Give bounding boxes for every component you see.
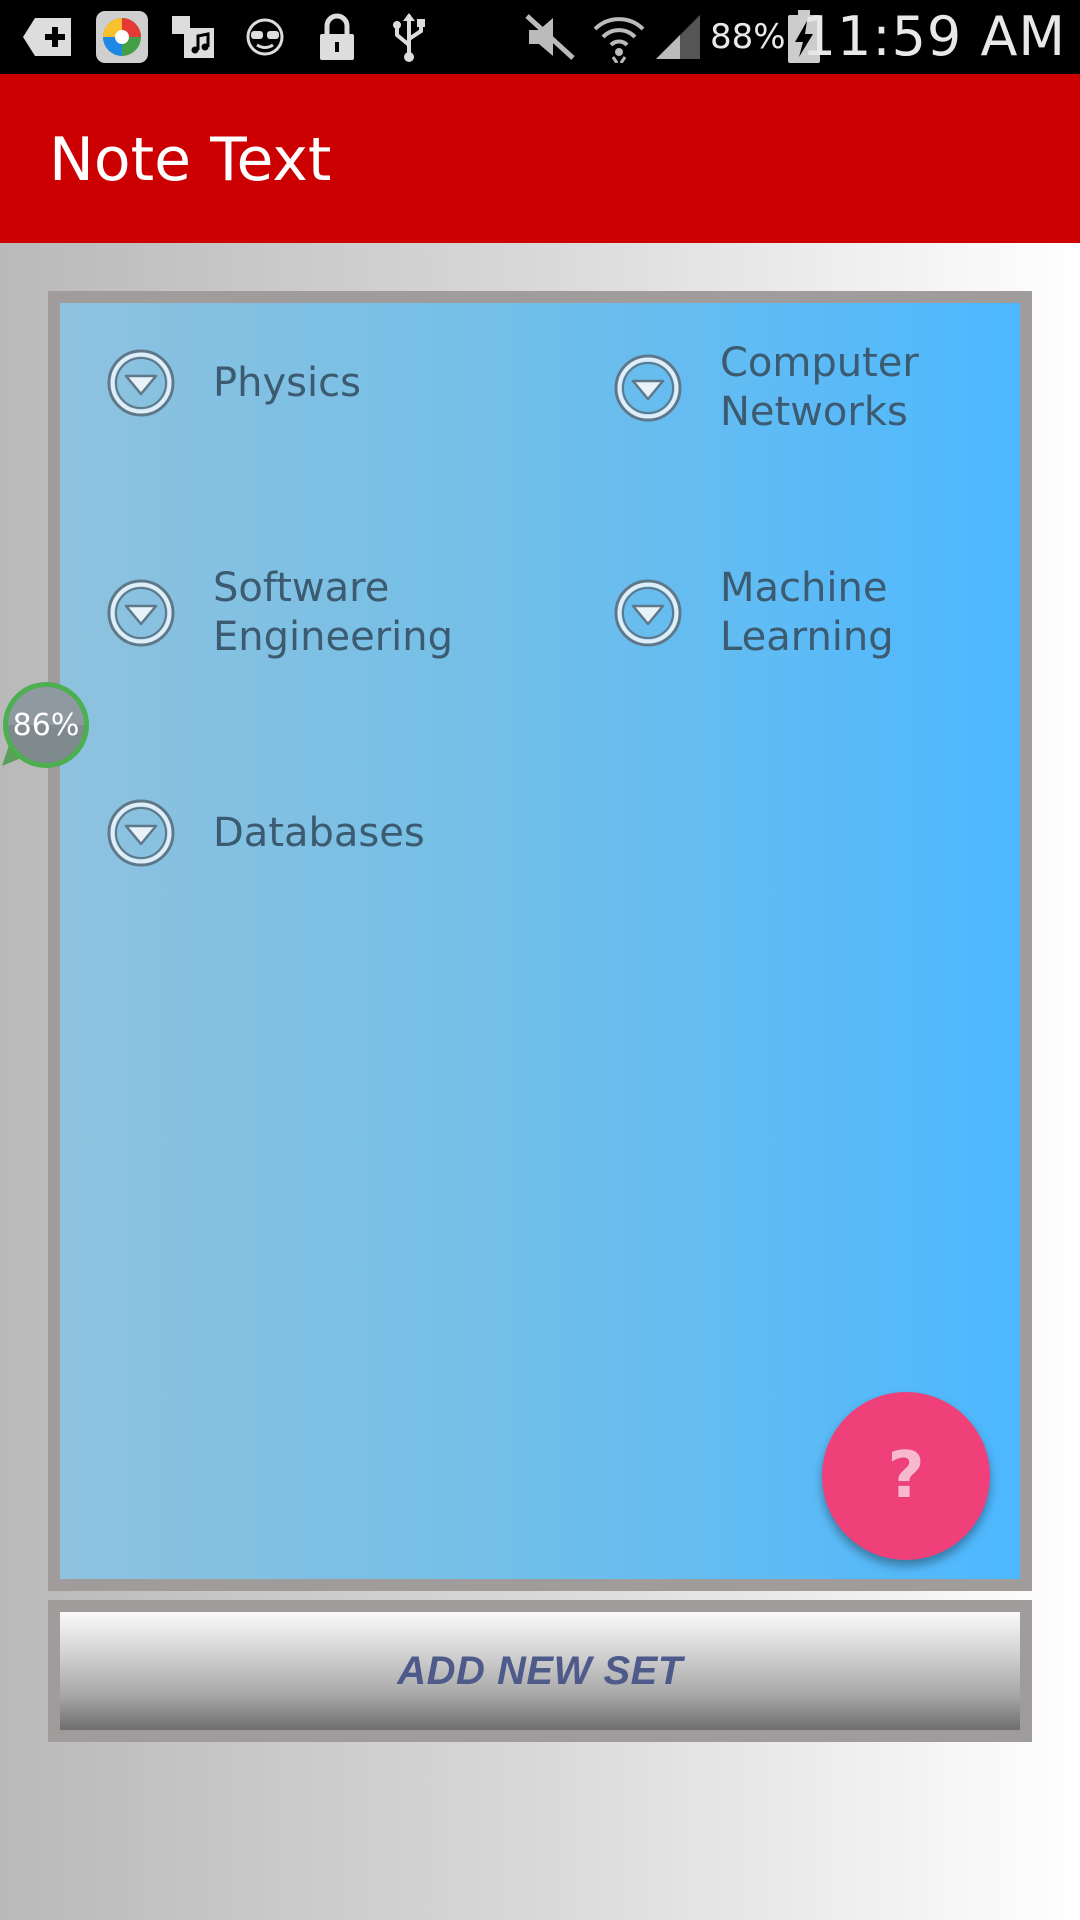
help-fab[interactable]: ?	[822, 1392, 990, 1560]
music-file-icon	[168, 12, 218, 62]
set-item-computer-networks[interactable]: Computer Networks	[613, 340, 919, 435]
chevron-down-circle-icon	[106, 578, 176, 648]
chevron-down-circle-icon	[613, 578, 683, 648]
set-label: Software Engineering	[213, 565, 453, 660]
app-title: Note Text	[49, 125, 332, 195]
set-label: Databases	[213, 809, 425, 856]
add-set-frame: ADD NEW SET	[48, 1600, 1032, 1742]
bubble-percent: 86%	[12, 708, 80, 743]
add-notification-icon	[18, 12, 76, 62]
set-label: Computer Networks	[720, 340, 919, 435]
chevron-down-circle-icon	[106, 798, 176, 868]
set-label: Machine Learning	[720, 565, 894, 660]
set-item-software-engineering[interactable]: Software Engineering	[106, 563, 453, 663]
sunglasses-icon	[240, 12, 290, 62]
battery-percent: 88%	[710, 17, 786, 57]
chevron-down-circle-icon	[613, 353, 683, 423]
set-label: Physics	[213, 359, 361, 406]
status-bar: 88% 11:59 AM	[0, 0, 1080, 74]
clock: 11:59 AM	[801, 5, 1066, 68]
set-item-databases[interactable]: Databases	[106, 793, 425, 873]
chevron-down-circle-icon	[106, 348, 176, 418]
wifi-icon	[590, 12, 648, 63]
sets-panel: Physics Computer Networks Software Engin…	[60, 303, 1020, 1579]
lock-icon	[312, 12, 362, 62]
signal-icon	[652, 12, 704, 62]
battery-bubble[interactable]: 86%	[0, 680, 92, 772]
set-item-machine-learning[interactable]: Machine Learning	[613, 563, 894, 663]
set-item-physics[interactable]: Physics	[106, 343, 361, 423]
app-bar: Note Text	[0, 74, 1080, 243]
mute-icon	[522, 12, 578, 62]
add-new-set-button[interactable]: ADD NEW SET	[60, 1612, 1020, 1730]
usb-icon	[384, 12, 434, 62]
colorful-app-icon	[94, 11, 150, 63]
